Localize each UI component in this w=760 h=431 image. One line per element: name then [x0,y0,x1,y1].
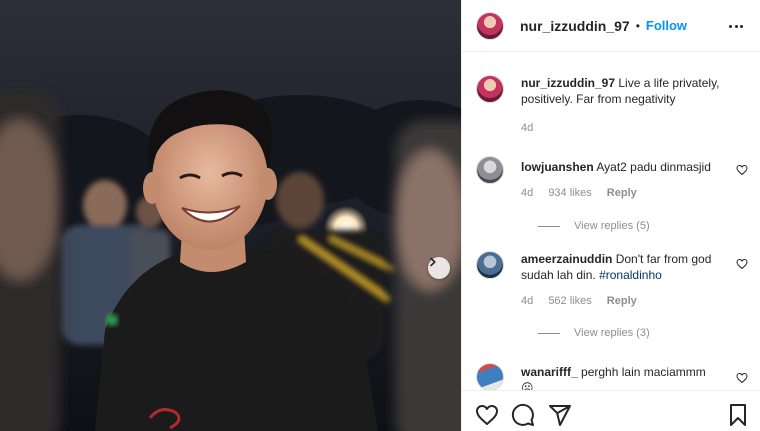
photo-scene [0,0,461,431]
reply-button[interactable]: Reply [607,187,637,199]
comment-meta: 4d 562 likes Reply [521,295,649,307]
comment-row: ameerzainuddin Don't far from god sudah … [476,251,748,351]
bookmark-icon[interactable] [726,403,750,427]
comment-body: lowjuanshen Ayat2 padu dinmasjid [521,159,731,175]
comment-username[interactable]: wanarifff_ [521,365,578,379]
comment-like-heart-icon[interactable] [736,372,748,384]
comments-list: nur_izzuddin_97 Live a life privately, p… [462,53,760,390]
view-replies-button[interactable]: View replies (3) [538,327,650,339]
comment-emoji: ☹ [521,381,534,390]
comment-row: lowjuanshen Ayat2 padu dinmasjid 4d 934 … [476,156,748,236]
share-icon[interactable] [548,403,572,427]
caption-meta: 4d [521,122,545,134]
comment-text: perghh lain maciammm [581,365,706,379]
heart-icon[interactable] [475,403,499,427]
post-photo [0,0,461,431]
post-actions-bar [462,390,760,431]
author-username[interactable]: nur_izzuddin_97 [520,18,630,34]
follow-button[interactable]: Follow [646,18,687,33]
carousel-next-button[interactable] [428,257,450,279]
comment-icon[interactable] [511,403,535,427]
comment-like-heart-icon[interactable] [736,258,748,270]
comment-likes[interactable]: 934 likes [548,187,591,199]
caption-body: nur_izzuddin_97 Live a life privately, p… [521,75,731,107]
caption-avatar[interactable] [476,75,504,103]
comment-meta: 4d 934 likes Reply [521,187,649,199]
comment-time: 4d [521,187,534,199]
more-icon [729,24,732,28]
caption-username[interactable]: nur_izzuddin_97 [521,76,615,90]
comment-time: 4d [521,295,534,307]
view-replies-label[interactable]: View replies (5) [574,220,650,232]
comment-likes[interactable]: 562 likes [548,295,591,307]
commenter-avatar[interactable] [476,251,504,279]
comment-row: wanarifff_ perghh lain maciammm ☹ [476,363,748,390]
post-header: nur_izzuddin_97 • Follow [462,0,760,52]
more-options-button[interactable] [729,19,743,33]
caption-time: 4d [521,122,534,134]
view-replies-label[interactable]: View replies (3) [574,327,650,339]
comment-hashtag[interactable]: #ronaldinho [599,268,662,282]
comment-text: Ayat2 padu dinmasjid [596,160,711,174]
comment-username[interactable]: ameerzainuddin [521,252,612,266]
chevron-right-icon [430,257,436,267]
commenter-avatar[interactable] [476,156,504,184]
author-avatar[interactable] [476,11,504,40]
view-replies-button[interactable]: View replies (5) [538,220,650,232]
comment-like-heart-icon[interactable] [736,164,748,176]
comment-username[interactable]: lowjuanshen [521,160,594,174]
view-replies-line [538,332,560,334]
reply-button[interactable]: Reply [607,295,637,307]
separator-dot: • [635,18,640,33]
commenter-avatar[interactable] [476,363,504,390]
comment-body: ameerzainuddin Don't far from god sudah … [521,251,731,283]
caption-row: nur_izzuddin_97 Live a life privately, p… [476,75,748,145]
comment-body: wanarifff_ perghh lain maciammm ☹ [521,364,731,390]
post-sidebar: nur_izzuddin_97 • Follow nur_izzuddin_97… [461,0,760,431]
view-replies-line [538,225,560,227]
